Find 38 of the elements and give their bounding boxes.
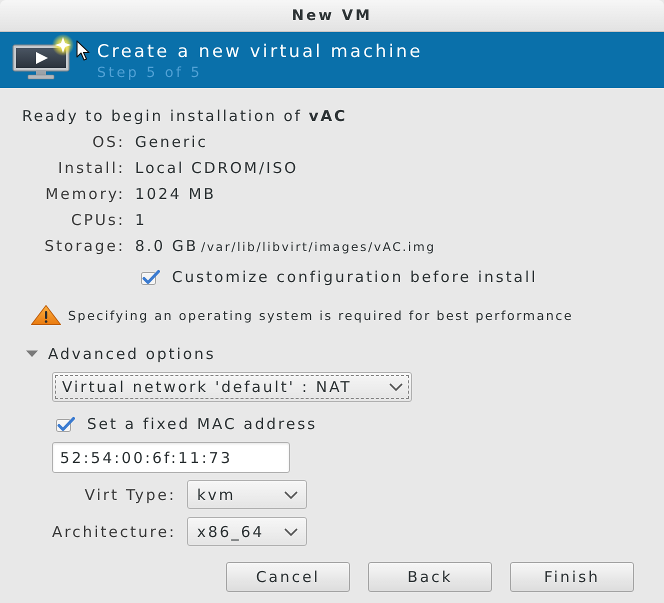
summary-heading: Ready to begin installation of vAC xyxy=(22,106,348,127)
chevron-down-icon xyxy=(284,490,298,498)
storage-path: /var/lib/libvirt/images/vAC.img xyxy=(201,240,436,254)
monitor-icon xyxy=(12,44,70,80)
warning-icon xyxy=(30,304,62,326)
mac-address-field[interactable]: 52:54:00:6f:11:73 xyxy=(52,442,290,473)
field-label: Virt Type: xyxy=(84,486,176,504)
field-label: Storage: xyxy=(43,237,125,255)
dialog-button[interactable]: Back xyxy=(368,562,492,592)
step-indicator: Step 5 of 5 xyxy=(97,64,204,82)
field-value: 1 xyxy=(135,211,148,229)
cursor-icon xyxy=(76,40,90,61)
checkbox[interactable] xyxy=(140,268,160,286)
field-label: OS: xyxy=(91,133,125,151)
chevron-down-icon xyxy=(284,528,298,536)
header-title: Create a new virtual machine xyxy=(97,41,423,63)
field-value: Generic xyxy=(135,133,209,151)
field-label: Architecture: xyxy=(52,522,176,540)
dropdown[interactable]: x86_64 xyxy=(187,517,307,546)
warning-text: Specifying an operating system is required for best performance xyxy=(68,308,574,322)
chevron-down-icon xyxy=(389,383,403,391)
field-value: Local CDROM/ISO xyxy=(135,159,300,177)
network-dropdown[interactable]: Virtual network 'default' : NAT xyxy=(52,372,412,402)
checkbox-label[interactable]: Customize configuration before install xyxy=(172,268,538,286)
dialog-button[interactable]: Finish xyxy=(510,562,634,592)
advanced-options-expander[interactable]: Advanced options xyxy=(48,345,216,363)
checkbox[interactable] xyxy=(55,416,75,432)
expander-down-icon[interactable] xyxy=(26,350,38,358)
dialog-button[interactable]: Cancel xyxy=(226,562,350,592)
field-label: CPUs: xyxy=(70,211,125,229)
field-label: Install: xyxy=(56,159,125,177)
window-title: New VM xyxy=(292,8,372,24)
checkbox-label[interactable]: Set a fixed MAC address xyxy=(87,415,318,433)
sparkle-icon xyxy=(52,34,74,56)
field-value: 8.0 GB xyxy=(135,237,198,255)
field-value: 1024 MB xyxy=(135,185,217,203)
dropdown[interactable]: kvm xyxy=(187,480,307,509)
field-label: Memory: xyxy=(44,185,125,203)
